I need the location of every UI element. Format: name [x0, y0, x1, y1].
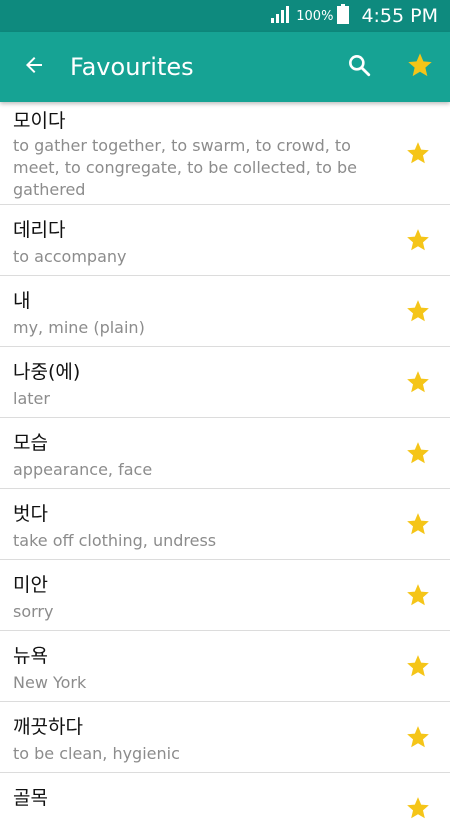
word-text: 벗다	[13, 503, 48, 525]
meaning-text: later	[13, 389, 50, 408]
meaning-text: appearance, face	[13, 460, 153, 479]
word-text: 깨끗하다	[13, 716, 83, 738]
status-indicators: 100% 4:55 PM	[270, 0, 438, 32]
list-item[interactable]: 뉴욕 New York	[0, 631, 450, 702]
list-item[interactable]: 내 my, mine (plain)	[0, 276, 450, 347]
meaning-text: sorry	[13, 602, 54, 621]
app-bar: Favourites	[0, 32, 450, 102]
list-item[interactable]: 깨끗하다 to be clean, hygienic	[0, 702, 450, 773]
search-button[interactable]	[339, 47, 379, 87]
word-text: 모이다	[13, 110, 66, 132]
word-text: 내	[13, 290, 31, 312]
meaning-text: take off clothing, undress	[13, 531, 217, 550]
meaning-text: to accompany	[13, 247, 127, 266]
meaning-text: to be clean, hygienic	[13, 744, 180, 763]
battery-percentage: 100%	[296, 8, 334, 24]
star-icon[interactable]	[402, 137, 434, 169]
page-title: Favourites	[70, 53, 194, 81]
star-icon[interactable]	[402, 437, 434, 469]
word-text: 데리다	[13, 219, 66, 241]
star-icon[interactable]	[402, 650, 434, 682]
list-item[interactable]: 나중(에) later	[0, 347, 450, 418]
star-icon[interactable]	[402, 792, 434, 824]
word-text: 뉴욕	[13, 645, 48, 667]
word-text: 골목	[13, 787, 48, 809]
word-text: 나중(에)	[13, 361, 81, 383]
list-item[interactable]: 데리다 to accompany	[0, 205, 450, 276]
signal-icon	[270, 5, 290, 27]
search-icon	[346, 52, 372, 82]
word-text: 미안	[13, 574, 48, 596]
status-bar: 100% 4:55 PM	[0, 0, 450, 32]
meaning-text: New York	[13, 673, 87, 692]
battery-icon	[337, 4, 350, 28]
list-item[interactable]: 골목	[0, 773, 450, 819]
star-icon[interactable]	[402, 508, 434, 540]
star-icon[interactable]	[402, 224, 434, 256]
status-time: 4:55 PM	[361, 5, 438, 27]
star-icon[interactable]	[402, 579, 434, 611]
arrow-left-icon	[22, 53, 46, 81]
star-icon[interactable]	[402, 721, 434, 753]
favourites-button[interactable]	[400, 47, 440, 87]
word-text: 모습	[13, 432, 48, 454]
star-icon[interactable]	[402, 366, 434, 398]
list-item[interactable]: 벗다 take off clothing, undress	[0, 489, 450, 560]
favourites-list: 모이다 to gather together, to swarm, to cro…	[0, 102, 450, 819]
list-item[interactable]: 미안 sorry	[0, 560, 450, 631]
back-button[interactable]	[14, 47, 54, 87]
list-item[interactable]: 모습 appearance, face	[0, 418, 450, 489]
list-item[interactable]: 모이다 to gather together, to swarm, to cro…	[0, 102, 450, 205]
meaning-text: to gather together, to swarm, to crowd, …	[13, 136, 358, 199]
star-icon	[406, 51, 434, 83]
meaning-text: my, mine (plain)	[13, 318, 145, 337]
star-icon[interactable]	[402, 295, 434, 327]
